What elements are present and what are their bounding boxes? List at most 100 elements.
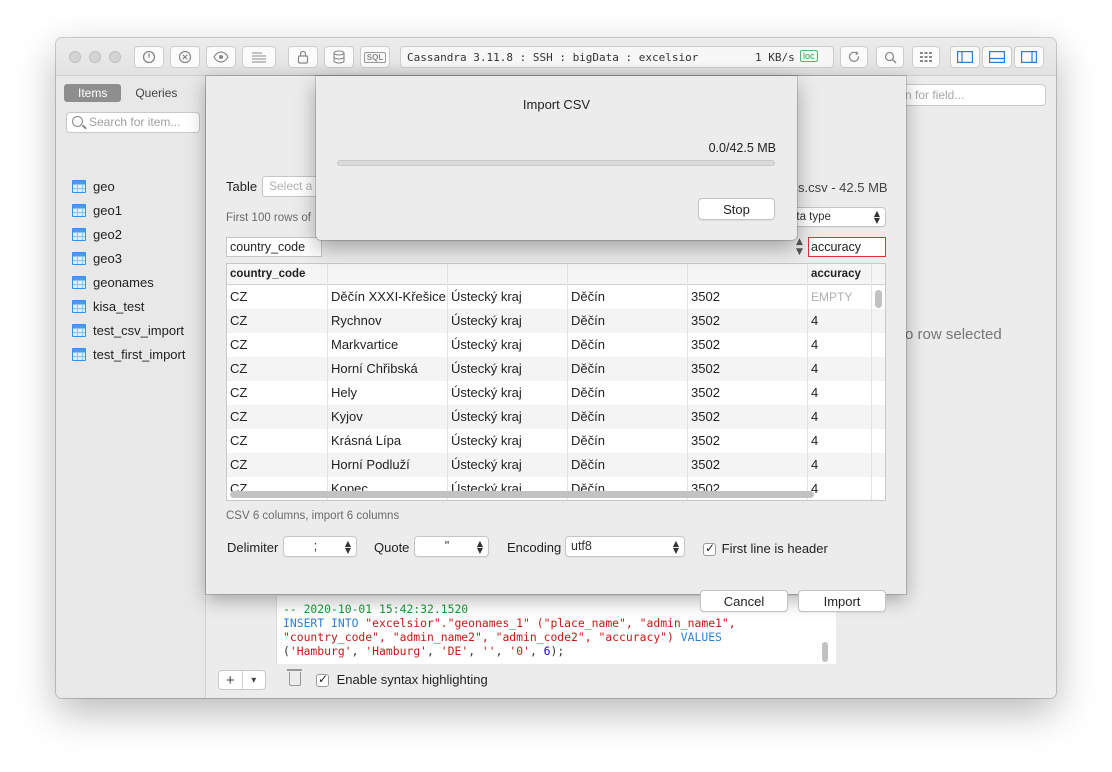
reload-button[interactable] (840, 46, 868, 68)
delimiter-select[interactable]: ; ▲ ▼ (283, 536, 357, 557)
table-row[interactable]: CZ Kyjov Ústecký kraj Děčín 3502 4 (227, 405, 885, 429)
table-row[interactable]: CZ Krásná Lípa Ústecký kraj Děčín 3502 4 (227, 429, 885, 453)
column-header[interactable]: accuracy (808, 264, 872, 285)
search-field-input[interactable]: n for field... (900, 84, 1046, 106)
table-row[interactable]: CZ Děčín XXXI-Křešice Ústecký kraj Děčín 350… (227, 285, 885, 309)
search-items-input[interactable]: Search for item... (66, 112, 200, 133)
stop-query-button[interactable] (170, 46, 200, 68)
console-scrollbar[interactable] (822, 642, 828, 662)
grid-icon (920, 52, 932, 62)
quote-value: " (444, 539, 450, 553)
syntax-checkbox[interactable] (316, 672, 329, 688)
column-header[interactable] (328, 264, 448, 285)
tab-items[interactable]: Items (64, 84, 122, 102)
table-cell: Rychnov (328, 309, 448, 333)
column-header[interactable] (448, 264, 568, 285)
table-icon (72, 347, 86, 361)
table-row[interactable]: CZ Horní Podluží Ústecký kraj Děčín 3502 4 (227, 453, 885, 477)
table-cell: Horní Podluží (328, 453, 448, 477)
table-cell: Děčín XXXI-Křešice (328, 285, 448, 309)
sql-button[interactable]: SQL (360, 46, 390, 68)
import-button[interactable]: Import (798, 590, 886, 612)
connection-address-bar[interactable]: Cassandra 3.11.8 : SSH : bigData : excel… (400, 46, 834, 68)
toggle-bottom-panel-button[interactable] (982, 46, 1012, 68)
sidebar-item-geo[interactable]: geo (72, 176, 115, 196)
connection-power-button[interactable] (134, 46, 164, 68)
table-label: Table (226, 179, 258, 194)
table-cell: 4 (808, 309, 872, 333)
stop-button[interactable]: Stop (698, 198, 775, 220)
table-cell: CZ (227, 429, 328, 453)
zoom-window-button[interactable] (109, 51, 121, 63)
database-icon (333, 50, 345, 64)
table-cell: Ústecký kraj (448, 381, 568, 405)
column-header[interactable]: country_code (227, 264, 328, 285)
source-column-input[interactable]: country_code (226, 237, 322, 257)
sidebar-item-test-csv-import[interactable]: test_csv_import (72, 320, 184, 340)
first-line-header-checkbox[interactable] (703, 541, 716, 557)
sidebar-item-kisa-test[interactable]: kisa_test (72, 296, 144, 316)
table-cell: Ústecký kraj (448, 333, 568, 357)
table-cell: Ústecký kraj (448, 357, 568, 381)
format-button[interactable] (242, 46, 276, 68)
first-line-header-toggle[interactable]: First line is header (703, 541, 828, 557)
search-button[interactable] (876, 46, 904, 68)
column-summary: CSV 6 columns, import 6 columns (226, 510, 400, 522)
table-cell: CZ (227, 381, 328, 405)
table-select[interactable]: Select a (262, 176, 318, 197)
toggle-right-panel-button[interactable] (1014, 46, 1044, 68)
sidebar-item-test-first-import[interactable]: test_first_import (72, 344, 185, 364)
table-row[interactable]: CZ Horní Chřibská Ústecký kraj Děčín 3502 4 (227, 357, 885, 381)
syntax-highlight-toggle[interactable]: Enable syntax highlighting (316, 672, 488, 688)
horizontal-scrollbar[interactable] (230, 491, 814, 498)
table-cell: 4 (808, 333, 872, 357)
encoding-value: utf8 (571, 539, 592, 553)
delimiter-value: ; (313, 539, 318, 553)
table-cell: 3502 (688, 381, 808, 405)
table-cell: CZ (227, 285, 328, 309)
minimize-window-button[interactable] (89, 51, 101, 63)
table-row[interactable]: CZ Hely Ústecký kraj Děčín 3502 4 (227, 381, 885, 405)
progress-text: 0.0/42.5 MB (708, 141, 776, 155)
grid-view-button[interactable] (912, 46, 940, 68)
no-row-selected-text: o row selected (905, 326, 1002, 343)
table-cell: Ústecký kraj (448, 429, 568, 453)
console-paren: ( (283, 644, 290, 658)
close-window-button[interactable] (69, 51, 81, 63)
database-button[interactable] (324, 46, 354, 68)
lock-button[interactable] (288, 46, 318, 68)
vertical-scrollbar[interactable] (875, 290, 882, 308)
x-circle-icon (178, 50, 192, 64)
quote-select[interactable]: " ▲ ▼ (414, 536, 489, 557)
sidebar-item-geo1[interactable]: geo1 (72, 200, 122, 220)
syntax-label: Enable syntax highlighting (336, 672, 488, 687)
trash-icon[interactable] (287, 669, 302, 686)
sidebar-item-geo2[interactable]: geo2 (72, 224, 122, 244)
updown-icon: ▲ ▼ (873, 209, 880, 225)
cancel-button[interactable]: Cancel (700, 590, 788, 612)
details-pane (906, 76, 1056, 698)
table-row[interactable]: CZ Rychnov Ústecký kraj Děčín 3502 4 (227, 309, 885, 333)
table-cell: Markvartice (328, 333, 448, 357)
import-progress-sheet: Import CSV 0.0/42.5 MB Stop (316, 76, 797, 240)
network-speed: 1 KB/s (755, 51, 795, 64)
data-type-select[interactable]: ata type ▲ ▼ (784, 207, 886, 227)
encoding-label: Encoding (507, 540, 562, 555)
column-header[interactable] (688, 264, 808, 285)
preview-grid[interactable]: country_code accuracy CZ Děčín XXXI-Křeši… (226, 263, 886, 501)
preview-button[interactable] (206, 46, 236, 68)
table-row[interactable]: CZ Markvartice Ústecký kraj Děčín 3502 4 (227, 333, 885, 357)
sidebar-tabs: Items Queries (64, 84, 191, 102)
power-icon (142, 50, 156, 64)
table-cell: Ústecký kraj (448, 405, 568, 429)
column-header[interactable] (568, 264, 688, 285)
sidebar-item-geonames[interactable]: geonames (72, 272, 154, 292)
tab-queries[interactable]: Queries (121, 84, 191, 102)
lock-icon (297, 50, 309, 64)
add-button[interactable]: + ▾ (218, 670, 266, 690)
target-column-input[interactable]: accuracy (808, 237, 886, 257)
console-value: 'Hamburg' (365, 644, 428, 658)
toggle-left-panel-button[interactable] (950, 46, 980, 68)
sidebar-item-geo3[interactable]: geo3 (72, 248, 122, 268)
encoding-select[interactable]: utf8 ▲ ▼ (565, 536, 685, 557)
